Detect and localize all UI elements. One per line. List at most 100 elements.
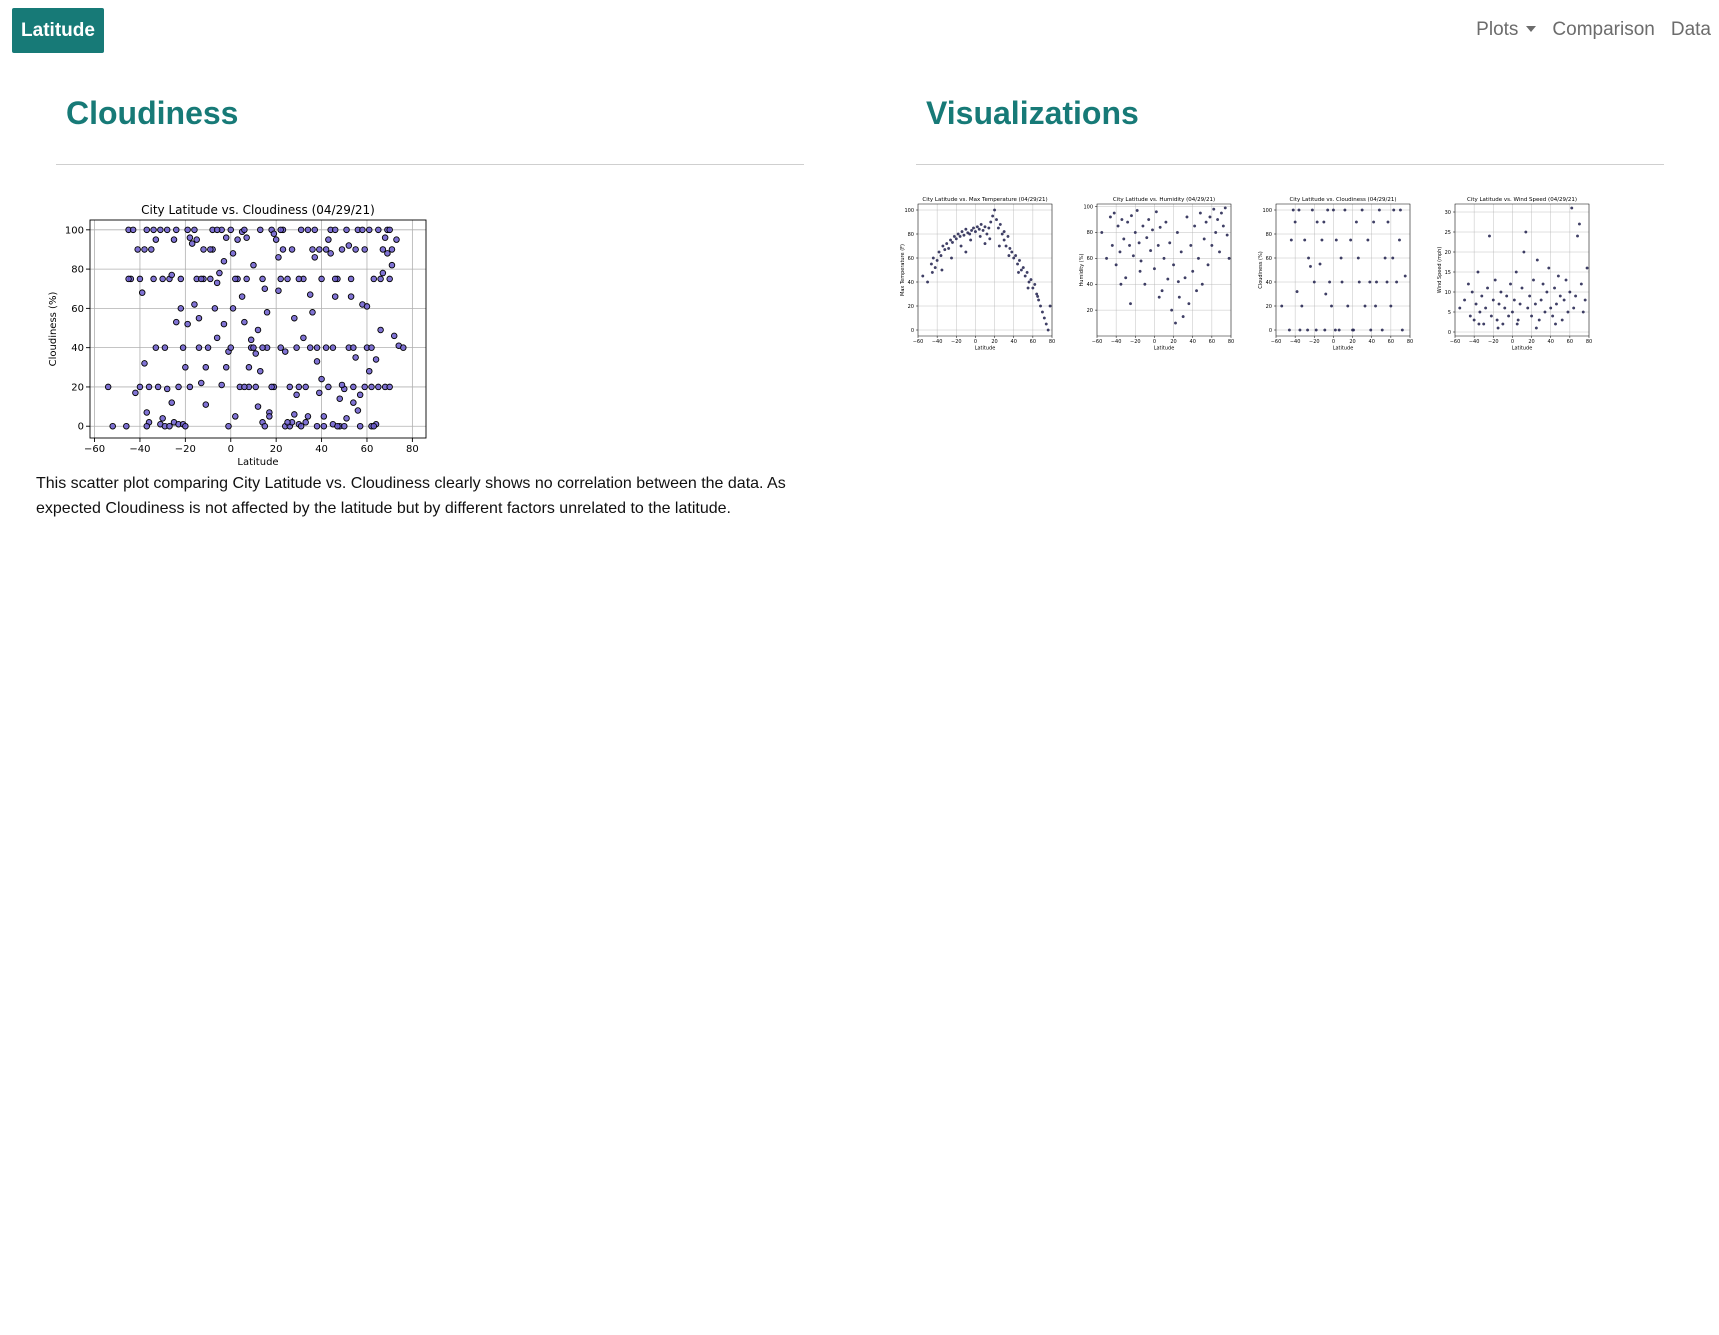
- scatter-point: [1510, 310, 1514, 314]
- scatter-point: [138, 289, 146, 296]
- scatter-point: [334, 422, 341, 430]
- scatter-point: [202, 401, 210, 408]
- x-tick-label: −40: [1111, 339, 1122, 345]
- scatter-point: [1151, 228, 1154, 232]
- scatter-point: [1468, 314, 1472, 318]
- scatter-point: [170, 236, 178, 243]
- x-tick-label: −60: [913, 339, 924, 345]
- scatter-point: [331, 275, 339, 283]
- scatter-point: [996, 226, 1000, 230]
- scatter-point: [1280, 304, 1284, 308]
- scatter-point: [1162, 256, 1166, 260]
- scatter-point: [1324, 292, 1328, 296]
- scatter-point: [179, 344, 187, 351]
- scatter-point: [1551, 314, 1555, 318]
- scatter-point: [325, 383, 332, 391]
- scatter-point: [1223, 206, 1227, 210]
- scatter-point: [1372, 220, 1376, 224]
- scatter-point: [1046, 328, 1050, 332]
- scatter-point: [1389, 304, 1393, 308]
- scatter-point: [1295, 290, 1299, 294]
- scatter-point: [960, 230, 964, 234]
- scatter-point: [311, 254, 319, 261]
- nav-plots-dropdown[interactable]: Plots: [1476, 19, 1537, 41]
- scatter-point: [1138, 269, 1142, 273]
- scatter-point: [302, 383, 309, 391]
- thumbnail-cloudiness-chart[interactable]: −60 −40 −20 0 20 40 60 80 0 20 40 60 80 100 City Latit…: [1258, 192, 1418, 358]
- scatter-point: [1477, 322, 1481, 326]
- scatter-point: [1208, 215, 1212, 219]
- scatter-point: [1135, 209, 1139, 212]
- scatter-point: [177, 275, 185, 283]
- scatter-point: [1491, 298, 1495, 302]
- scatter-point: [954, 237, 958, 241]
- scatter-point: [1033, 282, 1037, 286]
- scatter-point: [329, 344, 337, 351]
- scatter-point: [1495, 318, 1499, 322]
- scatter-point: [195, 344, 203, 351]
- scatter-point: [930, 270, 934, 274]
- scatter-point: [1170, 308, 1174, 312]
- scatter-point: [175, 383, 182, 391]
- scatter-point: [1532, 278, 1535, 282]
- scatter-point: [372, 356, 380, 363]
- scatter-point: [306, 344, 314, 351]
- scatter-point: [1354, 220, 1358, 224]
- brand-logo-link[interactable]: Latitude: [12, 8, 104, 53]
- scatter-point: [143, 226, 151, 234]
- x-axis-label: Latitude: [1512, 346, 1533, 352]
- thumbnail-max-temperature-chart[interactable]: −60 −40 −20 0 20 40 60 80 0 20 40 60 80 100 City Latit…: [900, 192, 1060, 358]
- scatter-point: [1326, 208, 1330, 212]
- scatter-point: [295, 383, 303, 391]
- nav-data-link[interactable]: Data: [1671, 19, 1711, 41]
- scatter-point: [1476, 270, 1480, 274]
- scatter-point: [182, 364, 189, 371]
- scatter-point: [972, 226, 975, 230]
- scatter-point: [1351, 328, 1355, 332]
- thumbnail-humidity-chart[interactable]: −60 −40 −20 0 20 40 60 80 20 40 60 80 100 City Latitu…: [1079, 192, 1239, 358]
- thumbnail-wind-speed-chart[interactable]: −60 −40 −20 0 20 40 60 80 0 5 10 15 20 25 30 City Latit…: [1437, 192, 1597, 358]
- scatter-point: [245, 364, 253, 371]
- scatter-point: [1310, 208, 1314, 212]
- scatter-point: [347, 293, 355, 300]
- plot-frame: [1454, 203, 1590, 337]
- scatter-point: [143, 409, 151, 416]
- scatter-point: [247, 336, 255, 344]
- scatter-point: [388, 261, 396, 269]
- y-tick-label: 40: [71, 343, 84, 354]
- scatter-point: [304, 413, 312, 420]
- scatter-point: [1535, 258, 1539, 262]
- scatter-point: [935, 258, 939, 262]
- scatter-point: [311, 226, 319, 234]
- scatter-point: [386, 383, 393, 391]
- y-tick-label: 100: [904, 208, 914, 214]
- y-tick-label: 60: [1266, 256, 1272, 262]
- scatter-point: [1395, 280, 1399, 284]
- chart-title: City Latitude vs. Max Temperature (04/29…: [922, 197, 1047, 203]
- scatter-point: [145, 383, 153, 391]
- scatter-point: [343, 415, 350, 422]
- scatter-point: [297, 226, 305, 234]
- nav-comparison-link[interactable]: Comparison: [1552, 19, 1654, 41]
- x-tick-label: 40: [315, 444, 328, 455]
- scatter-point: [1463, 298, 1467, 302]
- scatter-point: [1349, 238, 1353, 242]
- scatter-point: [985, 232, 989, 236]
- scatter-point: [1330, 304, 1333, 308]
- scatter-point: [163, 385, 171, 393]
- scatter-point: [1577, 222, 1581, 226]
- x-tick-label: −40: [1290, 339, 1301, 345]
- scatter-point: [352, 246, 359, 253]
- scatter-point: [306, 291, 314, 298]
- scatter-point: [263, 309, 271, 316]
- scatter-point: [1556, 274, 1560, 278]
- x-tick-label: 0: [974, 339, 977, 345]
- scatter-point: [1114, 263, 1118, 267]
- scatter-point: [363, 303, 371, 310]
- scatter-point: [1197, 256, 1200, 260]
- scatter-point: [1356, 256, 1360, 260]
- scatter-point: [173, 318, 180, 326]
- x-axis-label: Latitude: [1333, 346, 1354, 352]
- scatter-point: [309, 309, 316, 316]
- scatter-point: [1021, 266, 1025, 270]
